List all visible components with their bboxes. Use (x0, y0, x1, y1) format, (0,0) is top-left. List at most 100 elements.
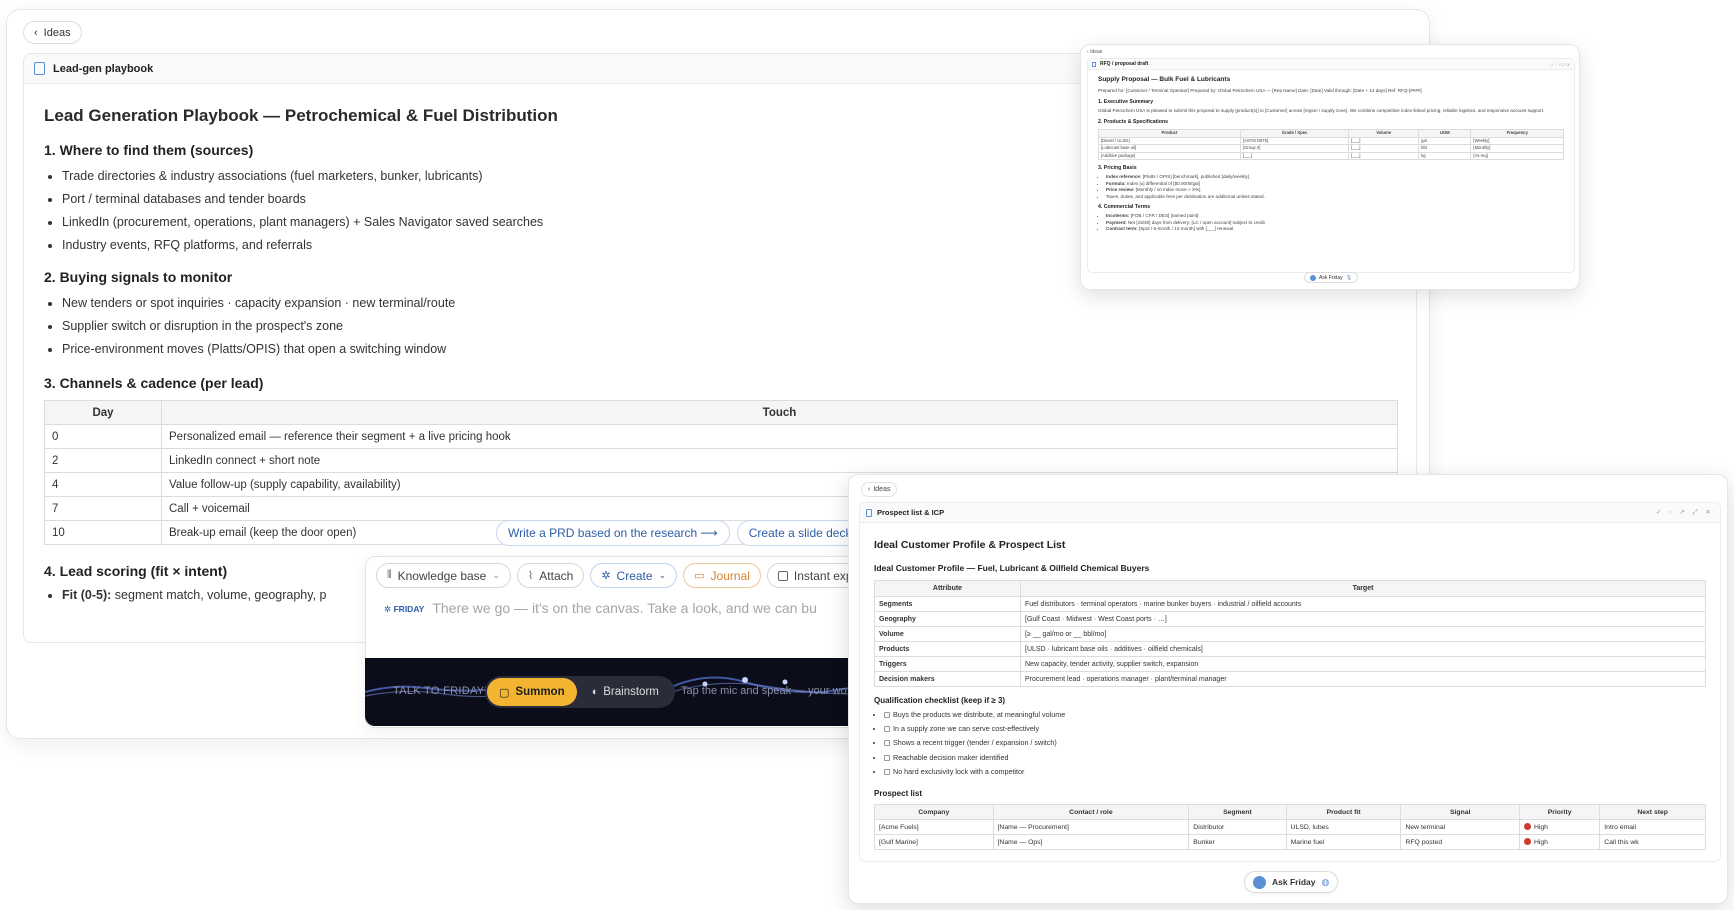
priority-high-icon (1523, 823, 1531, 831)
rfq-panel: RFQ / proposal draft ✓ ◦ ↗ ⤢ ✕ Supply Pr… (1087, 58, 1575, 273)
attribute-name: Geography (874, 611, 1021, 627)
prospect-cell: Intro email (1599, 819, 1706, 836)
rfq-cell: [As req] (1470, 151, 1564, 161)
prospect-cell: [Gulf Marine] (874, 834, 994, 851)
prospect-head: Product fit (1285, 804, 1402, 821)
list-key: Index reference: (1106, 173, 1142, 179)
message-icon: ▢ (499, 686, 510, 699)
icp-ask-friday-button[interactable]: Ask Friday ◍ (1244, 871, 1339, 893)
rfq-table-head: Frequency (1470, 128, 1564, 138)
brainstorm-button[interactable]: ◖ Brainstorm (577, 678, 673, 706)
list-key: Payment: (1106, 219, 1127, 225)
cadence-head-day: Day (44, 400, 162, 425)
checkbox-icon[interactable] (884, 768, 890, 775)
qualification-checklist: Buys the products we distribute, at mean… (874, 708, 1706, 779)
checkbox-icon[interactable] (884, 740, 890, 747)
chat-message: There we go — it's on the canvas. Take a… (432, 600, 817, 616)
rfq-cell: [Monthly] (1470, 144, 1564, 153)
prospect-cell: New terminal (1400, 819, 1520, 836)
sparkle-icon: ✲ (601, 570, 611, 582)
cadence-head-touch: Touch (161, 400, 1398, 425)
cadence-day: 2 (44, 448, 162, 473)
checklist-item: In a supply zone we can serve cost-effec… (884, 722, 1706, 736)
cadence-day: 10 (44, 520, 162, 545)
cadence-touch: Personalized email — reference their seg… (161, 424, 1398, 449)
attribute-target: Fuel distributors · terminal operators ·… (1020, 596, 1706, 612)
list-value: Index [±] differential of [$0.0000/gal] (1125, 180, 1200, 186)
checklist-title: Qualification checklist (keep if ≥ 3) (874, 696, 1006, 705)
prospect-cell: Call this wk (1599, 834, 1706, 851)
table-row: [Diesel / ULSD] [ASTM D975] [___] gal [Weekl… (1098, 136, 1564, 146)
attribute-target: New capacity, tender activity, supplier … (1020, 656, 1706, 672)
prospect-cell: ULSD, lubes (1285, 819, 1402, 836)
signals-list: New tenders or spot inquiries · capacity… (44, 292, 1396, 361)
prospect-value: New terminal (1405, 823, 1446, 831)
icp-header: Prospect list & ICP ✓ ◦ ↗ ⤢ ✕ (860, 503, 1720, 523)
friday-avatar-icon (1310, 274, 1316, 281)
rfq-products-table: Product Grade / Spec Volume UOM Frequency [Di… (1098, 128, 1564, 161)
list-key: Price review: (1106, 187, 1135, 193)
attribute-name: Triggers (874, 656, 1021, 672)
prospect-cell: High (1518, 819, 1601, 836)
prospect-value: [Gulf Marine] (879, 838, 918, 846)
table-row: [Lubricant base oil] [Group II] [___] bbl [M… (1098, 144, 1564, 153)
chevron-down-icon: ⌄ (658, 570, 667, 580)
icp-back-button[interactable]: ‹ Ideas (861, 482, 898, 497)
checkbox-icon (777, 570, 788, 581)
cadence-day: 7 (44, 496, 162, 521)
window-controls-icon[interactable]: ✓ ◦ ↗ ⤢ ✕ (1551, 62, 1570, 67)
knowledge-base-button[interactable]: ⫴ Knowledge base ⌄ (376, 563, 511, 588)
rfq-ask-friday-button[interactable]: Ask Friday 🎙 (1304, 272, 1358, 283)
table-row: Segments Fuel distributors · terminal ope… (874, 596, 1706, 612)
summon-button[interactable]: ▢ Summon (487, 678, 577, 706)
journal-button[interactable]: ▭ Journal (683, 563, 761, 588)
list-item: New tenders or spot inquiries · capacity… (62, 292, 1396, 315)
rfq-cell: [ASTM D975] (1239, 136, 1350, 146)
prospect-value: High (1533, 839, 1548, 847)
document-icon (866, 508, 872, 517)
rfq-header: RFQ / proposal draft ✓ ◦ ↗ ⤢ ✕ (1088, 59, 1574, 70)
icp-window: ‹ Ideas Prospect list & ICP ✓ ◦ ↗ ⤢ ✕ Ide… (848, 474, 1728, 904)
icp-attribute-table: Attribute Target Segments Fuel distributo… (874, 580, 1706, 687)
rfq-window: ‹ Ideas RFQ / proposal draft ✓ ◦ ↗ ⤢ ✕ S… (1080, 44, 1580, 290)
window-controls-icon[interactable]: ✓ ◦ ↗ ⤢ ✕ (1656, 508, 1714, 517)
cadence-day: 0 (44, 424, 162, 449)
checklist-item: Shows a recent trigger (tender / expansi… (884, 736, 1706, 750)
rfq-section-title: 4. Commercial Terms (1098, 204, 1151, 211)
checklist-label: In a supply zone we can serve cost-effec… (893, 724, 1040, 734)
table-row: Products [ULSD · lubricant base oils · ad… (874, 641, 1706, 657)
checklist-label: No hard exclusivity lock with a competit… (893, 766, 1025, 776)
prospect-value: Distributor (1193, 823, 1225, 831)
rfq-table-head: Volume (1348, 128, 1420, 138)
attribute-target: [ULSD · lubricant base oils · additives … (1020, 641, 1706, 657)
mic-icon: ◍ (1321, 876, 1330, 887)
cadence-touch: LinkedIn connect + short note (161, 448, 1398, 473)
rfq-cell: [Lubricant base oil] (1098, 144, 1241, 153)
terms-list: Incoterms: [FOB / CFR / DES] [named poin… (1098, 213, 1564, 233)
list-value: Taxes, duties, and applicable fees per d… (1106, 193, 1265, 199)
attribute-target: [≥ __ gal/mo or __ bbl/mo] (1020, 626, 1706, 642)
checkbox-icon[interactable] (884, 712, 890, 718)
checkbox-icon[interactable] (884, 726, 890, 733)
back-button[interactable]: ‹ Ideas (23, 21, 82, 44)
rfq-cell: [___] (1348, 151, 1420, 161)
prospect-head: Priority (1518, 804, 1601, 821)
create-button[interactable]: ✲ Create ⌄ (590, 563, 678, 588)
checkbox-icon[interactable] (884, 754, 890, 761)
instant-explain-toggle[interactable]: Instant explain (766, 563, 854, 588)
suggestion-prd-button[interactable]: Write a PRD based on the research ⟶ (496, 520, 730, 546)
checklist-label: Reachable decision maker identified (893, 752, 1009, 762)
prospect-cell: [Name — Ops] (992, 834, 1190, 851)
prospect-cell: Bunker (1188, 834, 1287, 851)
voice-bar: TALK TO FRIDAY! ▢ Summon ◖ Brainstorm Tap … (365, 658, 855, 726)
rfq-back-button[interactable]: ‹ Ideas (1087, 49, 1102, 55)
attribute-name: Volume (874, 626, 1021, 642)
list-value: [Monthly / on index move > X%] (1134, 187, 1201, 193)
checklist-label: Buys the products we distribute, at mean… (893, 710, 1066, 719)
suggestion-row: Write a PRD based on the research ⟶ Crea… (496, 520, 877, 546)
table-row: [Gulf Marine] [Name — Ops] Bunker Marine fu… (874, 834, 1706, 851)
rfq-cell: [___] (1348, 136, 1420, 146)
attach-button[interactable]: ⌇ Attach (516, 563, 585, 588)
list-item: Contract term: [Spot / 6-month / 12-mont… (1106, 226, 1564, 233)
checklist-item: Reachable decision maker identified (884, 751, 1706, 765)
